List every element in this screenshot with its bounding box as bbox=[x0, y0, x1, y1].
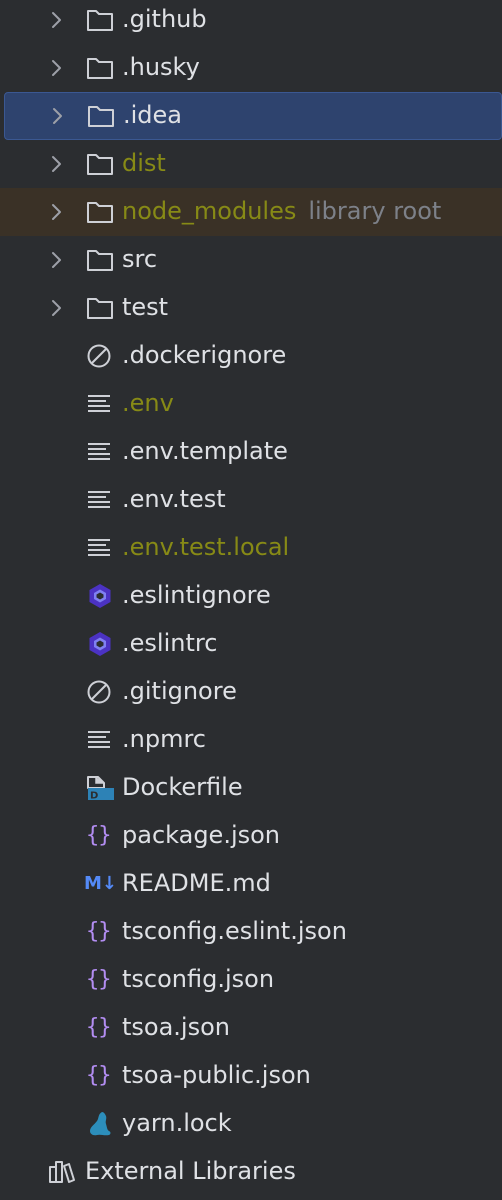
tree-item-eslintignore-file[interactable]: .eslintignore bbox=[0, 572, 502, 620]
tree-item-husky-folder[interactable]: .husky bbox=[0, 44, 502, 92]
tree-item-label: .env.test bbox=[122, 485, 226, 513]
tree-item-tsconfig-json-file[interactable]: {} tsconfig.json bbox=[0, 956, 502, 1004]
tree-item-label: .npmrc bbox=[122, 725, 206, 753]
folder-icon bbox=[87, 298, 113, 319]
tree-item-label: package.json bbox=[122, 821, 281, 849]
folder-icon bbox=[87, 250, 113, 271]
tree-item-label: .env bbox=[122, 389, 174, 417]
tree-item-idea-folder[interactable]: .idea bbox=[4, 92, 502, 140]
tree-item-label: README.md bbox=[122, 869, 271, 897]
chevron-right-icon[interactable] bbox=[49, 250, 65, 270]
tree-item-npmrc-file[interactable]: .npmrc bbox=[0, 716, 502, 764]
library-root-hint: library root bbox=[308, 197, 442, 225]
folder-icon bbox=[87, 58, 113, 79]
tree-item-label: src bbox=[122, 245, 158, 273]
folder-icon bbox=[88, 106, 114, 127]
tree-item-label: node_modules bbox=[122, 197, 297, 225]
tree-item-label: .github bbox=[122, 5, 207, 33]
chevron-right-icon[interactable] bbox=[49, 10, 65, 30]
tree-item-label: test bbox=[122, 293, 169, 321]
chevron-right-icon[interactable] bbox=[49, 298, 65, 318]
tree-item-src-folder[interactable]: src bbox=[0, 236, 502, 284]
chevron-right-icon[interactable] bbox=[49, 58, 65, 78]
tree-item-tsconfig-eslint-json-file[interactable]: {} tsconfig.eslint.json bbox=[0, 908, 502, 956]
json-icon: {} bbox=[86, 1015, 111, 1040]
tree-item-label: tsconfig.json bbox=[122, 965, 275, 993]
tree-item-label: External Libraries bbox=[85, 1157, 296, 1185]
chevron-right-icon[interactable] bbox=[49, 154, 65, 174]
json-icon: {} bbox=[86, 823, 111, 848]
tree-item-label: yarn.lock bbox=[122, 1109, 232, 1137]
ignore-file-icon bbox=[87, 680, 111, 704]
text-file-icon bbox=[88, 491, 110, 508]
tree-item-test-folder[interactable]: test bbox=[0, 284, 502, 332]
tree-item-label: .idea bbox=[123, 101, 183, 129]
tree-item-gitignore-file[interactable]: .gitignore bbox=[0, 668, 502, 716]
tree-item-label: .gitignore bbox=[122, 677, 237, 705]
tree-item-label: dist bbox=[122, 149, 166, 177]
text-file-icon bbox=[88, 539, 110, 556]
eslint-icon bbox=[89, 632, 111, 656]
text-file-icon bbox=[88, 443, 110, 460]
tree-item-label: Dockerfile bbox=[122, 773, 243, 801]
tree-item-env-test-local-file[interactable]: .env.test.local bbox=[0, 524, 502, 572]
folder-icon bbox=[87, 10, 113, 31]
folder-icon bbox=[87, 154, 113, 175]
tree-item-env-template-file[interactable]: .env.template bbox=[0, 428, 502, 476]
tree-item-eslintrc-file[interactable]: .eslintrc bbox=[0, 620, 502, 668]
tree-item-env-file[interactable]: .env bbox=[0, 380, 502, 428]
tree-item-env-test-file[interactable]: .env.test bbox=[0, 476, 502, 524]
json-icon: {} bbox=[86, 967, 111, 992]
json-icon: {} bbox=[86, 919, 111, 944]
tree-item-readme-file[interactable]: M↓ README.md bbox=[0, 860, 502, 908]
docker-file-icon: D bbox=[87, 776, 114, 802]
tree-item-dist-folder[interactable]: dist bbox=[0, 140, 502, 188]
tree-item-external-libraries[interactable]: External Libraries bbox=[0, 1148, 502, 1196]
text-file-icon bbox=[88, 731, 110, 748]
library-icon bbox=[49, 1161, 75, 1183]
tree-item-label: tsoa.json bbox=[122, 1013, 230, 1041]
tree-item-dockerignore-file[interactable]: .dockerignore bbox=[0, 332, 502, 380]
json-icon: {} bbox=[86, 1063, 111, 1088]
tree-item-dockerfile[interactable]: D Dockerfile bbox=[0, 764, 502, 812]
tree-item-label: .dockerignore bbox=[122, 341, 287, 369]
tree-item-tsoa-json-file[interactable]: {} tsoa.json bbox=[0, 1004, 502, 1052]
svg-text:D: D bbox=[90, 791, 98, 802]
tree-item-label-group: node_modules library root bbox=[122, 195, 441, 227]
tree-item-tsoa-public-json-file[interactable]: {} tsoa-public.json bbox=[0, 1052, 502, 1100]
tree-item-label: .eslintrc bbox=[122, 629, 218, 657]
markdown-icon: M↓ bbox=[84, 873, 117, 894]
tree-item-label: tsconfig.eslint.json bbox=[122, 917, 347, 945]
tree-item-label: tsoa-public.json bbox=[122, 1061, 311, 1089]
text-file-icon bbox=[88, 395, 110, 412]
folder-icon bbox=[87, 202, 113, 223]
project-tree: .github .husky .idea dist node_modules li… bbox=[0, 0, 502, 1196]
tree-item-yarn-lock-file[interactable]: yarn.lock bbox=[0, 1100, 502, 1148]
tree-item-label: .env.template bbox=[122, 437, 288, 465]
yarn-icon bbox=[90, 1112, 111, 1136]
ignore-file-icon bbox=[87, 344, 111, 368]
tree-item-package-json-file[interactable]: {} package.json bbox=[0, 812, 502, 860]
tree-item-node-modules-folder[interactable]: node_modules library root bbox=[0, 188, 502, 236]
eslint-icon bbox=[89, 584, 111, 608]
chevron-right-icon[interactable] bbox=[49, 202, 65, 222]
tree-item-label: .eslintignore bbox=[122, 581, 271, 609]
tree-item-label: .husky bbox=[122, 53, 200, 81]
chevron-right-icon[interactable] bbox=[50, 106, 66, 126]
tree-item-label: .env.test.local bbox=[122, 533, 290, 561]
tree-item-github-folder[interactable]: .github bbox=[0, 0, 502, 44]
